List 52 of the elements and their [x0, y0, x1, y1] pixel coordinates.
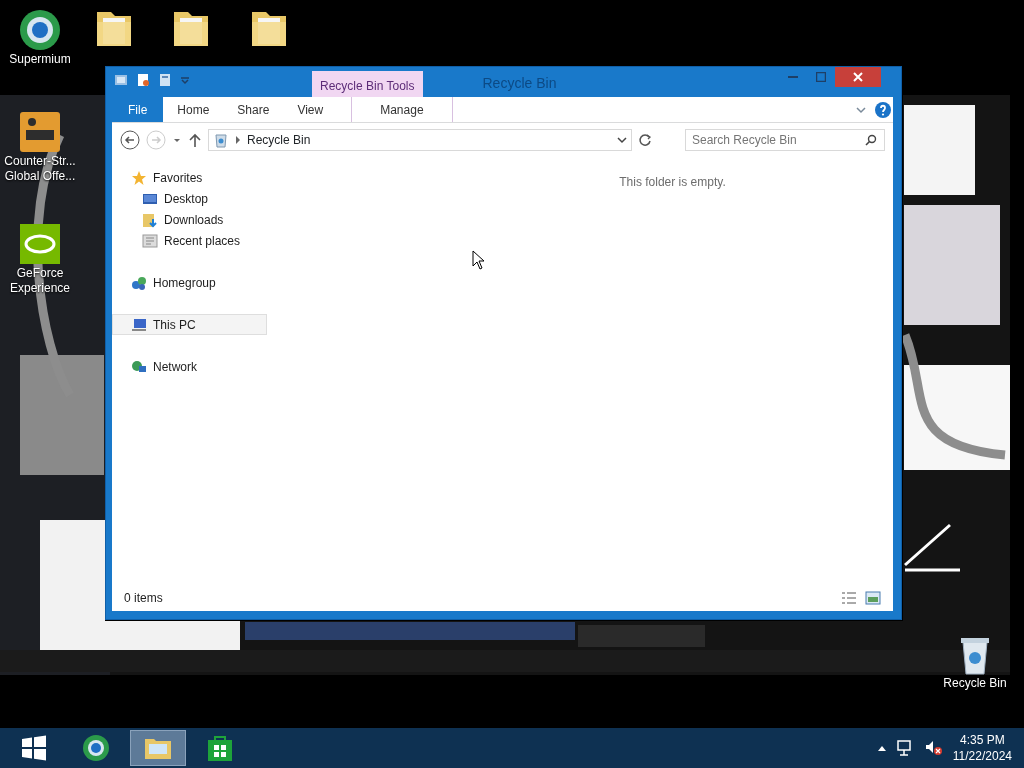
nav-item[interactable]: Homegroup: [112, 272, 267, 293]
show-hidden-icons-icon[interactable]: [876, 744, 887, 752]
back-icon: [120, 130, 140, 150]
store-icon: [206, 734, 234, 762]
context-tab-group: Recycle Bin Tools: [312, 71, 423, 97]
empty-message: This folder is empty.: [619, 175, 726, 189]
help-icon[interactable]: [875, 101, 891, 118]
search-field[interactable]: Search Recycle Bin: [685, 129, 885, 151]
close-button[interactable]: [835, 67, 881, 87]
large-icons-view-icon[interactable]: [865, 591, 881, 605]
up-icon[interactable]: [188, 132, 202, 148]
nav-item[interactable]: Network: [112, 356, 267, 377]
address-bar[interactable]: Recycle Bin: [208, 129, 632, 151]
ribbon-tab[interactable]: Manage: [351, 97, 453, 122]
refresh-button[interactable]: [638, 133, 652, 147]
nav-item[interactable]: This PC: [112, 314, 267, 335]
nav-item[interactable]: Recent places: [112, 230, 267, 251]
item-count: 0 items: [124, 590, 163, 607]
search-icon: [865, 134, 877, 146]
icon-label: Recycle Bin: [943, 676, 1007, 691]
homegroup-icon: [131, 274, 147, 291]
recycle-bin-icon: [213, 132, 229, 148]
ribbon-tab[interactable]: File: [112, 97, 164, 122]
clock-time: 4:35 PM: [959, 732, 1006, 748]
network-icon: [131, 358, 147, 375]
browser-icon[interactable]: [18, 8, 62, 52]
minimize-icon: [788, 76, 798, 78]
nav-item[interactable]: Downloads: [112, 209, 267, 230]
muted-speaker-icon[interactable]: [924, 739, 943, 757]
nav-item[interactable]: Favorites: [112, 167, 267, 188]
back-button[interactable]: [120, 130, 140, 150]
maximize-icon: [816, 72, 826, 82]
nav-item[interactable]: Desktop: [112, 188, 267, 209]
computer-icon: [131, 316, 147, 333]
properties-icon[interactable]: [136, 73, 150, 87]
window-icon: [114, 73, 128, 87]
address-text: Recycle Bin: [247, 132, 312, 149]
forward-icon: [146, 130, 166, 150]
start-icon: [20, 734, 48, 762]
refresh-icon: [638, 133, 652, 147]
chevron-icon: [235, 136, 241, 144]
clock-date: 11/22/2024: [952, 748, 1012, 764]
window-title: Recycle Bin: [482, 74, 557, 93]
mouse-cursor-icon: [472, 250, 486, 270]
new-folder-icon[interactable]: [158, 73, 172, 87]
icon-label: Supermium: [9, 52, 71, 67]
dropdown-icon[interactable]: [617, 135, 627, 145]
close-icon: [853, 72, 863, 82]
browser-icon: [82, 734, 110, 762]
downloads-folder-icon: [142, 211, 158, 228]
star-icon: [131, 169, 147, 186]
recent-places-icon: [142, 232, 158, 249]
